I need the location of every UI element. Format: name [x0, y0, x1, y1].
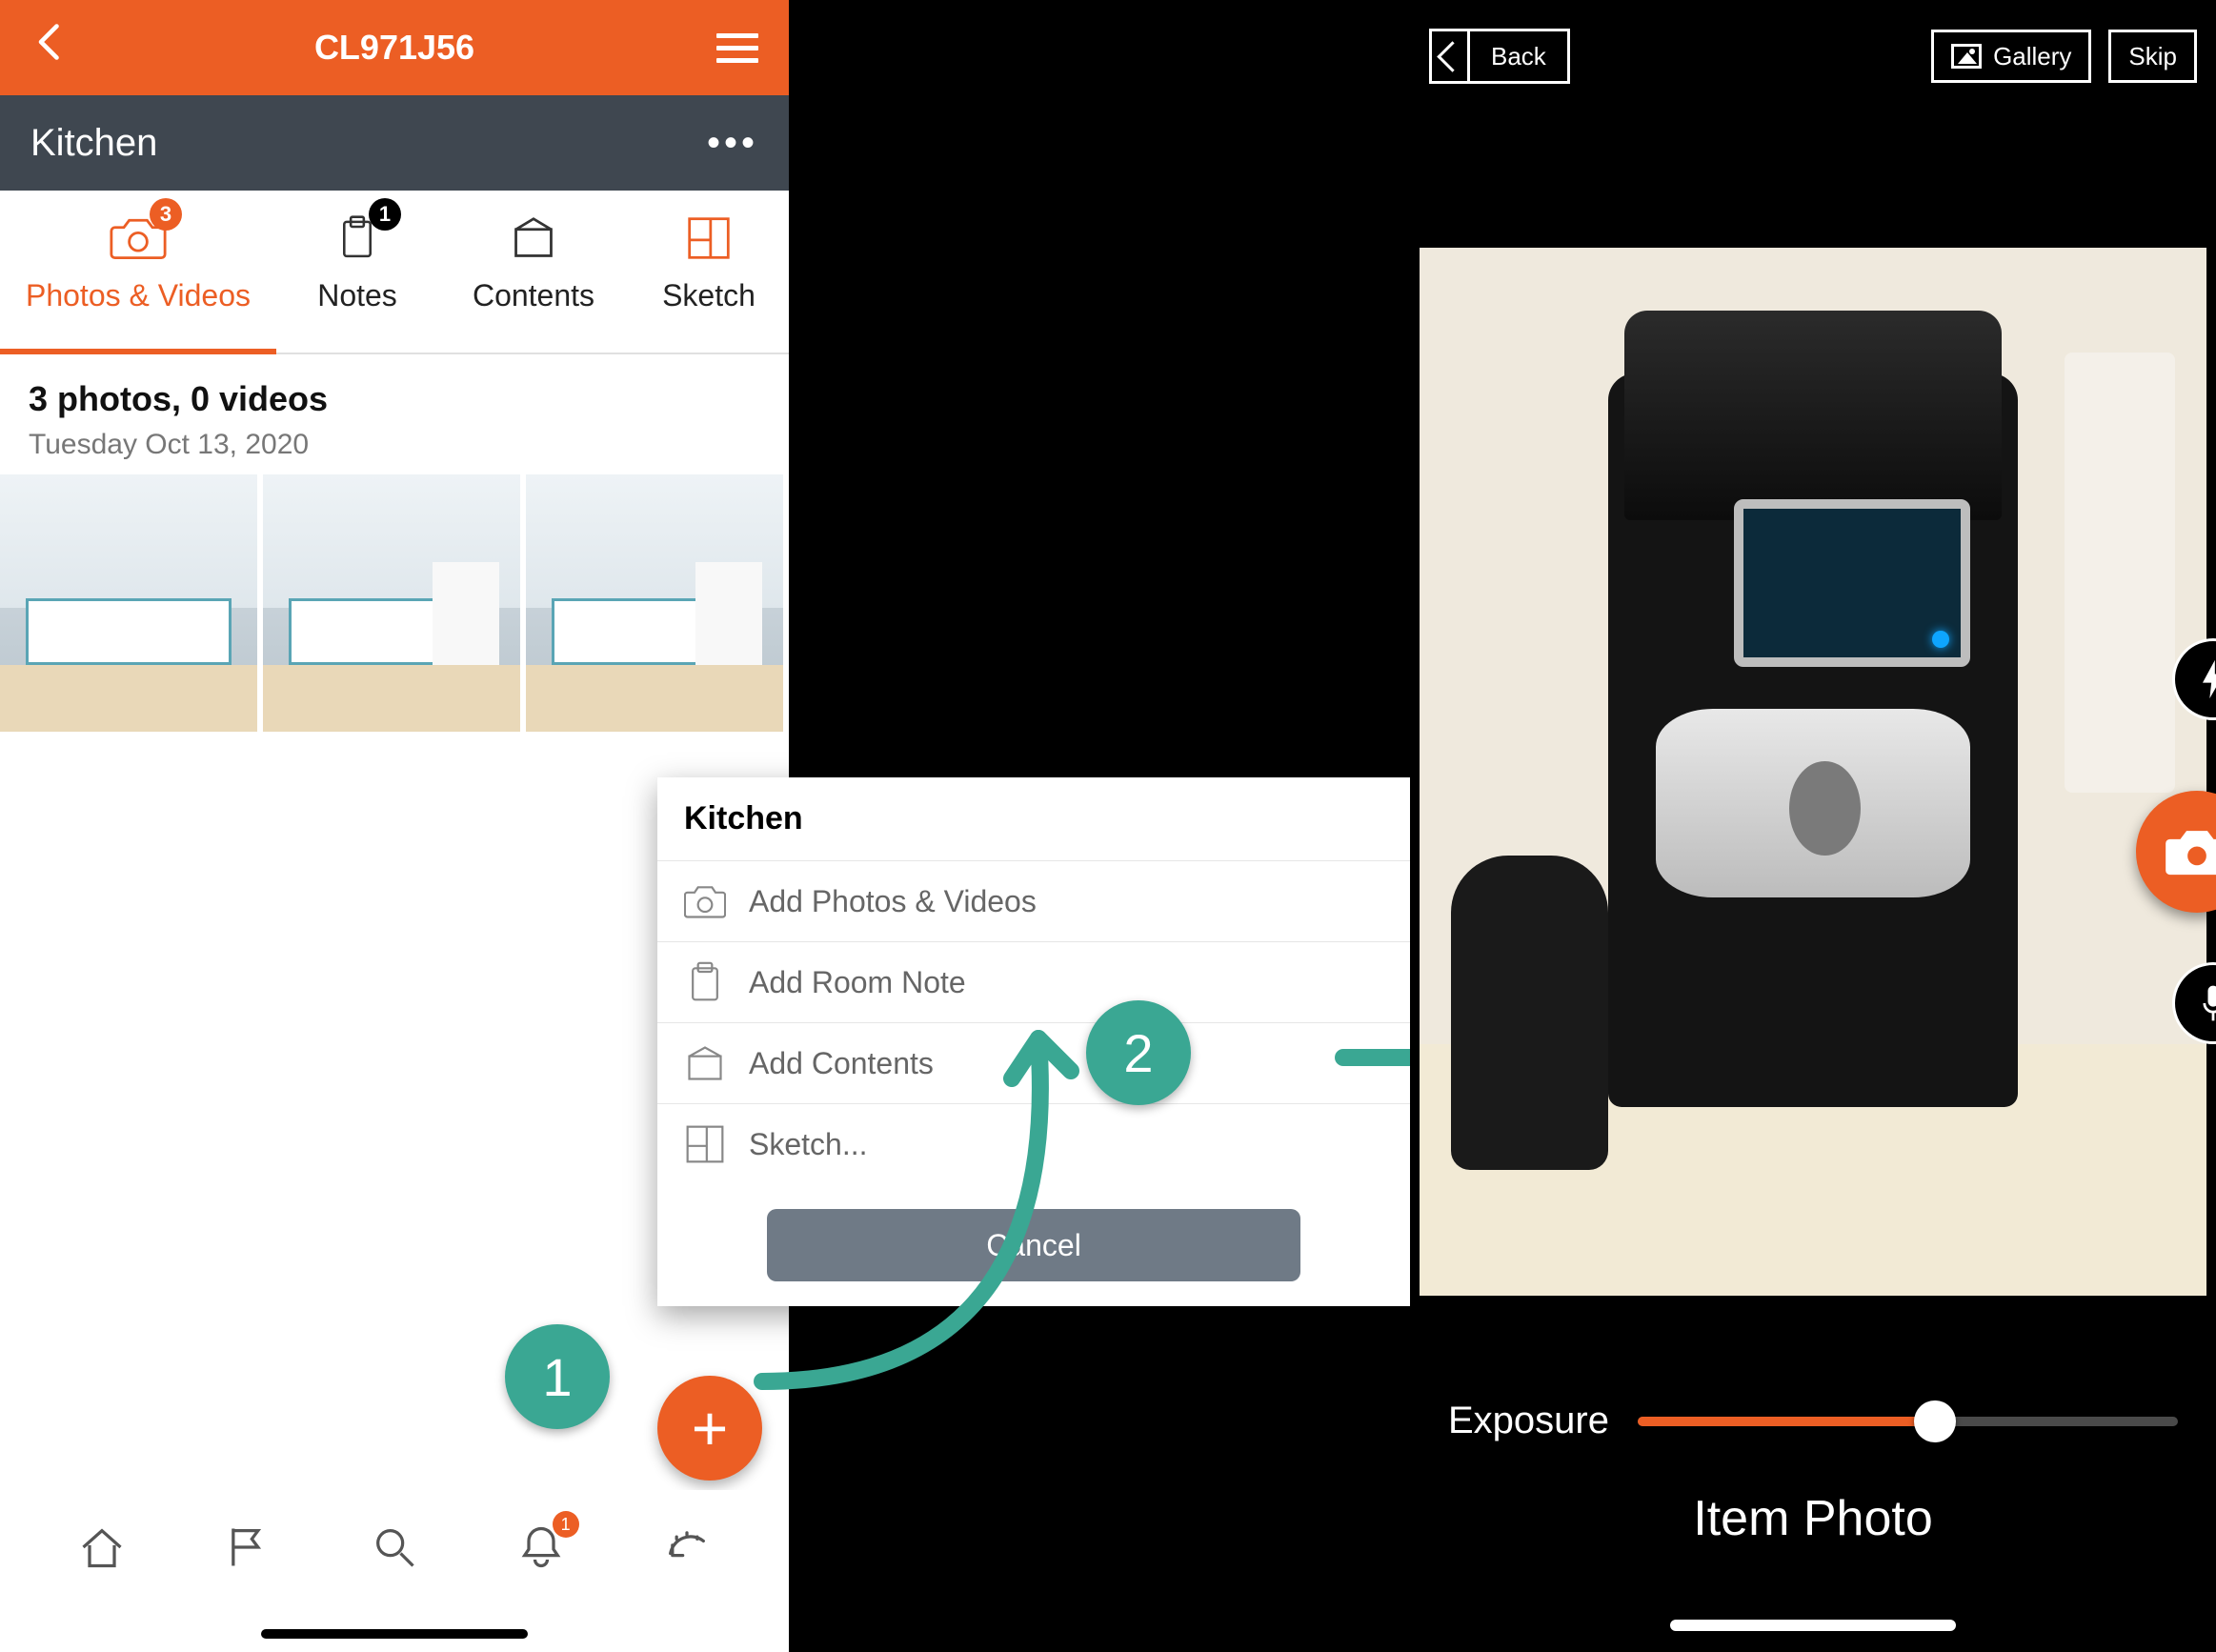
sheet-add-note[interactable]: Add Room Note: [657, 941, 1410, 1022]
step-marker-1: 1: [505, 1324, 610, 1429]
sheet-cancel-button[interactable]: Cancel: [767, 1209, 1300, 1281]
sheet-add-contents[interactable]: Add Contents: [657, 1022, 1410, 1103]
search-icon[interactable]: [366, 1519, 423, 1576]
skip-button[interactable]: Skip: [2108, 30, 2197, 83]
camera-back-label: Back: [1470, 42, 1567, 71]
camera-mode-label: Item Photo: [1410, 1490, 2216, 1547]
camera-viewfinder: [1420, 248, 2206, 1296]
photo-thumbnails: [0, 467, 789, 732]
home-indicator: [261, 1629, 528, 1639]
exposure-label: Exposure: [1448, 1400, 1609, 1442]
camera-icon: 3: [108, 208, 169, 269]
clipboard-icon: 1: [327, 208, 388, 269]
tab-label: Sketch: [662, 278, 755, 313]
tab-label: Photos & Videos: [26, 278, 251, 313]
gallery-button[interactable]: Gallery: [1931, 30, 2091, 83]
exposure-fill: [1638, 1417, 1935, 1426]
step-marker-2: 2: [1086, 1000, 1191, 1105]
photos-date: Tuesday Oct 13, 2020: [29, 429, 760, 461]
skip-label: Skip: [2128, 42, 2177, 71]
tab-label: Contents: [473, 278, 594, 313]
room-title: Kitchen: [30, 122, 157, 165]
tab-notes[interactable]: 1 Notes: [276, 191, 438, 353]
sheet-sketch[interactable]: Sketch...: [657, 1103, 1410, 1184]
home-icon[interactable]: [73, 1519, 131, 1576]
exposure-knob[interactable]: [1914, 1400, 1956, 1442]
photo-thumbnail[interactable]: [0, 474, 257, 732]
box-icon: [503, 208, 564, 269]
tab-contents[interactable]: Contents: [438, 191, 629, 353]
add-action-sheet: Kitchen Add Photos & Videos Add Room Not…: [657, 777, 1410, 1306]
sync-icon[interactable]: [658, 1519, 715, 1576]
image-icon: [1951, 44, 1982, 69]
exposure-control: Exposure: [1448, 1400, 2178, 1442]
floorplan-icon: [678, 208, 739, 269]
sheet-title: Kitchen: [657, 777, 1410, 860]
sheet-item-label: Add Photos & Videos: [749, 884, 1037, 919]
menu-icon[interactable]: [716, 33, 758, 63]
add-fab[interactable]: +: [657, 1376, 762, 1481]
room-header: Kitchen •••: [0, 95, 789, 191]
flag-icon[interactable]: [219, 1519, 276, 1576]
sheet-item-label: Add Contents: [749, 1046, 934, 1081]
sheet-item-label: Add Room Note: [749, 965, 966, 1000]
back-icon[interactable]: [30, 21, 72, 74]
photos-badge: 3: [150, 198, 182, 231]
tab-photos[interactable]: 3 Photos & Videos: [0, 191, 276, 353]
tab-label: Notes: [317, 278, 397, 313]
room-more-icon[interactable]: •••: [707, 122, 758, 165]
notes-badge: 1: [369, 198, 401, 231]
exposure-slider[interactable]: [1638, 1417, 2178, 1426]
app-header: CL971J56: [0, 0, 789, 95]
photo-thumbnail[interactable]: [526, 474, 783, 732]
notification-badge: 1: [553, 1511, 579, 1538]
gallery-label: Gallery: [1993, 42, 2071, 71]
chevron-left-icon: [1432, 29, 1470, 84]
photos-count: 3 photos, 0 videos: [29, 379, 760, 419]
camera-top-bar: Back Gallery Skip: [1429, 23, 2197, 90]
camera-screen: Back Gallery Skip A Exposure: [1410, 0, 2216, 1652]
bottom-nav: 1: [0, 1490, 789, 1604]
job-id: CL971J56: [314, 28, 474, 68]
sheet-add-photos[interactable]: Add Photos & Videos: [657, 860, 1410, 941]
camera-back-button[interactable]: Back: [1429, 29, 1570, 84]
tab-sketch[interactable]: Sketch: [629, 191, 789, 353]
home-indicator: [1670, 1620, 1956, 1631]
room-tabs: 3 Photos & Videos 1 Notes Contents Sketc…: [0, 191, 789, 354]
bell-icon[interactable]: 1: [513, 1519, 570, 1576]
photos-section-header: 3 photos, 0 videos Tuesday Oct 13, 2020: [0, 354, 789, 467]
photo-thumbnail[interactable]: [263, 474, 520, 732]
sheet-item-label: Sketch...: [749, 1127, 868, 1162]
